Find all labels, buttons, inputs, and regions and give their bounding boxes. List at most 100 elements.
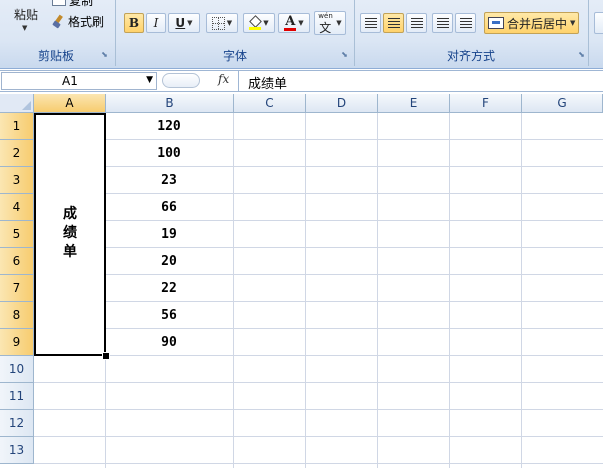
fill-handle[interactable] [102, 352, 110, 360]
clipboard-group-label: 剪贴板 [37, 49, 74, 63]
name-box[interactable]: A1 ▼ [1, 72, 157, 90]
fill-color-button[interactable]: ▼ [243, 13, 275, 33]
insert-function-icon[interactable]: fx [218, 72, 229, 86]
cell-b5[interactable]: 19 [105, 221, 233, 248]
align-right-button[interactable] [406, 13, 427, 33]
row-header-3[interactable]: 3 [0, 167, 34, 194]
row-header-11[interactable]: 11 [0, 383, 34, 410]
paintbrush-icon [52, 14, 65, 29]
formula-input[interactable]: 成绩单 [248, 73, 287, 92]
font-color-dropdown-icon[interactable]: ▼ [298, 19, 303, 27]
merge-dropdown-icon[interactable]: ▼ [570, 19, 575, 27]
borders-dropdown-icon[interactable]: ▼ [227, 19, 232, 27]
phonetic-icon: wén 文 [318, 12, 334, 35]
format-painter-label: 格式刷 [68, 14, 105, 29]
phonetic-glyph: 文 [319, 21, 332, 35]
increase-indent-button[interactable] [455, 13, 476, 33]
row-header-13[interactable]: 13 [0, 437, 34, 464]
column-header-b[interactable]: B [106, 94, 234, 113]
italic-label: I [153, 16, 159, 30]
phonetic-dropdown-icon[interactable]: ▼ [336, 19, 341, 27]
align-center-icon [387, 18, 400, 28]
format-painter-button[interactable]: 格式刷 [52, 12, 104, 30]
underline-dropdown-icon[interactable]: ▼ [187, 19, 192, 27]
row-header-12[interactable]: 12 [0, 410, 34, 437]
column-header-g[interactable]: G [522, 94, 603, 113]
merged-cell-a1-a9[interactable]: 成 绩 单 [34, 113, 106, 356]
italic-button[interactable]: I [146, 13, 166, 33]
worksheet-grid: A B C D E F G 1 2 3 4 5 6 7 8 9 10 11 12… [0, 94, 603, 468]
paste-button[interactable]: 粘贴 ▼ [8, 2, 44, 38]
grid-line [34, 382, 603, 383]
increase-indent-icon [459, 18, 472, 28]
number-format-button[interactable] [594, 12, 603, 34]
align-left-button[interactable] [360, 13, 381, 33]
cell-b8[interactable]: 56 [105, 302, 233, 329]
decrease-indent-icon [436, 18, 449, 28]
font-color-icon: A [284, 13, 297, 31]
bold-label: B [128, 16, 140, 30]
group-separator [588, 0, 589, 66]
row-header-7[interactable]: 7 [0, 275, 34, 302]
formula-resize-handle[interactable] [162, 73, 200, 88]
clipboard-launcher-icon[interactable]: ⬊ [100, 50, 109, 59]
row-header-5[interactable]: 5 [0, 221, 34, 248]
font-launcher-icon[interactable]: ⬊ [340, 50, 349, 59]
cell-b9[interactable]: 90 [105, 329, 233, 356]
merge-icon [488, 17, 504, 29]
name-box-dropdown-icon[interactable]: ▼ [146, 75, 153, 85]
borders-button[interactable]: ▼ [206, 13, 238, 33]
row-header-1[interactable]: 1 [0, 113, 34, 140]
row-header-10[interactable]: 10 [0, 356, 34, 383]
paste-label: 粘贴 [14, 8, 39, 22]
name-box-value: A1 [62, 74, 78, 88]
align-center-button[interactable] [383, 13, 404, 33]
merged-cell-text: 成 绩 单 [63, 206, 77, 260]
copy-icon [52, 0, 66, 6]
decrease-indent-button[interactable] [432, 13, 453, 33]
row-header-6[interactable]: 6 [0, 248, 34, 275]
grid-line [34, 409, 603, 410]
cell-b2[interactable]: 100 [105, 140, 233, 167]
row-header-4[interactable]: 4 [0, 194, 34, 221]
column-header-f[interactable]: F [450, 94, 522, 113]
borders-icon [211, 16, 225, 30]
align-right-icon [410, 18, 423, 28]
formula-tools: fx [160, 72, 238, 90]
formula-bar: A1 ▼ fx 成绩单 [0, 70, 603, 92]
column-header-d[interactable]: D [306, 94, 378, 113]
copy-button[interactable]: 复制 [52, 0, 93, 8]
font-group-label: 字体 [222, 49, 247, 63]
row-header-2[interactable]: 2 [0, 140, 34, 167]
align-left-icon [364, 18, 377, 28]
cell-b7[interactable]: 22 [105, 275, 233, 302]
select-all-button[interactable] [0, 94, 34, 113]
row-header-8[interactable]: 8 [0, 302, 34, 329]
underline-label: U [175, 16, 186, 30]
column-header-c[interactable]: C [234, 94, 306, 113]
cell-b1[interactable]: 120 [105, 113, 233, 140]
bold-button[interactable]: B [124, 13, 144, 33]
cell-b4[interactable]: 66 [105, 194, 233, 221]
merge-center-label: 合并后居中 [507, 16, 568, 31]
column-header-e[interactable]: E [378, 94, 450, 113]
paste-dropdown-icon[interactable]: ▼ [22, 24, 27, 32]
fill-color-dropdown-icon[interactable]: ▼ [263, 19, 268, 27]
ribbon: 粘贴 ▼ 复制 格式刷 剪贴板 ⬊ B I U ▼ ▼ ▼ A ▼ wén 文 … [0, 0, 603, 69]
paint-bucket-icon [249, 15, 263, 30]
cell-b6[interactable]: 20 [105, 248, 233, 275]
column-header-a[interactable]: A [34, 94, 106, 113]
font-color-glyph: A [285, 13, 296, 29]
row-header-9[interactable]: 9 [0, 329, 34, 356]
formula-separator [238, 71, 239, 91]
copy-label: 复制 [69, 0, 94, 8]
font-color-button[interactable]: A ▼ [278, 13, 310, 33]
merge-center-button[interactable]: 合并后居中 ▼ [484, 12, 579, 34]
underline-button[interactable]: U ▼ [168, 13, 200, 33]
alignment-launcher-icon[interactable]: ⬊ [577, 50, 586, 59]
alignment-group-label: 对齐方式 [446, 49, 495, 63]
grid-line [34, 436, 603, 437]
grid-line [34, 463, 603, 464]
cell-b3[interactable]: 23 [105, 167, 233, 194]
phonetic-button[interactable]: wén 文 ▼ [314, 11, 346, 35]
